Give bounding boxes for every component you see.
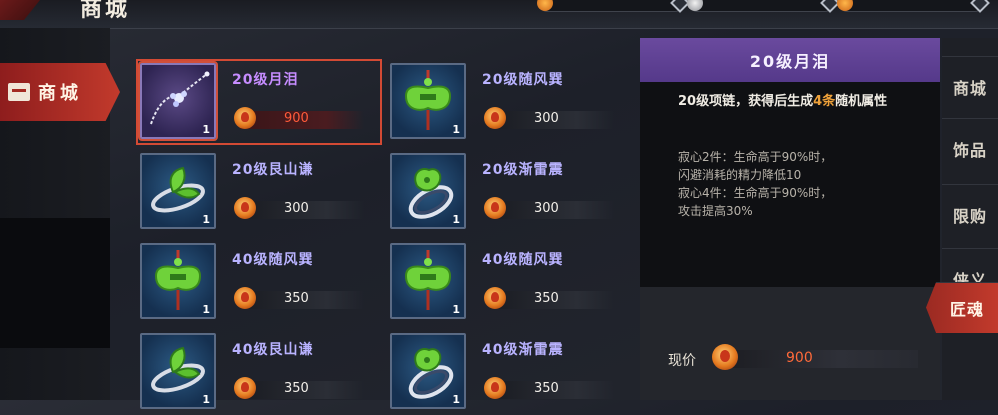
item-price: 300	[534, 111, 559, 126]
item-price: 350	[284, 291, 309, 306]
price-coin-icon	[484, 197, 506, 219]
nav-item-label: 商城	[38, 83, 82, 104]
price-coin-icon	[234, 107, 256, 129]
currency-orange	[837, 0, 990, 13]
green-pendant-icon	[404, 70, 452, 130]
item-name: 20级渐雷震	[482, 162, 564, 178]
item-price: 350	[284, 381, 309, 396]
tab-craftsman-soul[interactable]: 匠魂	[926, 282, 998, 333]
item-price: 350	[534, 291, 559, 306]
price-coin-icon	[234, 287, 256, 309]
item-card[interactable]: 1 40级艮山谦 350	[136, 329, 382, 415]
top-bar: 商城	[0, 0, 998, 29]
silver-coin-icon	[687, 0, 703, 11]
price-value: 900	[786, 350, 813, 366]
tab-accessories[interactable]: 饰品	[942, 118, 998, 179]
current-price: 现价 900	[668, 344, 938, 374]
price-coin-icon	[484, 287, 506, 309]
item-name: 40级艮山谦	[232, 342, 314, 358]
page-title: 商城	[80, 0, 131, 22]
item-card[interactable]: 1 40级随风巽 350	[136, 239, 382, 325]
set-bonus-text: 寂心2件：生命高于90%时， 闪避消耗的精力降低10 寂心4件：生命高于90%时…	[678, 150, 833, 218]
item-thumb: 1	[140, 153, 216, 229]
currency-silver	[687, 0, 840, 13]
back-button[interactable]	[0, 0, 40, 20]
price-coin-icon	[484, 377, 506, 399]
currency-gold	[537, 0, 690, 13]
detail-header: 20级月泪	[640, 38, 940, 82]
item-thumb: 1	[140, 333, 216, 409]
item-thumb: 1	[390, 243, 466, 319]
item-name: 40级随风巽	[482, 252, 564, 268]
item-grid: 1 20级月泪 900 1 20级随风巽 300 1 20级艮山谦 300 1 …	[136, 55, 636, 409]
tab-limited[interactable]: 限购	[942, 184, 998, 245]
item-thumb: 1	[390, 333, 466, 409]
item-price: 300	[284, 201, 309, 216]
item-card[interactable]: 1 20级随风巽 300	[386, 59, 632, 145]
price-coin-icon	[484, 107, 506, 129]
item-name: 20级月泪	[232, 72, 299, 88]
price-coin-icon	[712, 344, 738, 370]
item-card[interactable]: 1 20级渐雷震 300	[386, 149, 632, 235]
price-coin-icon	[234, 197, 256, 219]
item-price: 350	[534, 381, 559, 396]
tab-shop[interactable]: 商城	[942, 56, 998, 117]
item-thumb: 1	[138, 61, 218, 141]
price-coin-icon	[234, 377, 256, 399]
detail-description: 20级项链，获得后生成4条随机属性	[678, 94, 888, 109]
add-currency-icon[interactable]	[970, 0, 990, 13]
orange-coin-icon	[837, 0, 853, 11]
item-name: 20级艮山谦	[232, 162, 314, 178]
item-detail-panel: 20级月泪 20级项链，获得后生成4条随机属性 寂心2件：生命高于90%时， 闪…	[640, 38, 940, 400]
price-label: 现价	[668, 353, 696, 369]
green-pendant-icon	[404, 250, 452, 310]
gold-coin-icon	[537, 0, 553, 11]
detail-title: 20级月泪	[749, 52, 831, 71]
item-price: 300	[534, 201, 559, 216]
item-card[interactable]: 1 20级艮山谦 300	[136, 149, 382, 235]
nav-item-shop[interactable]: 商城	[0, 63, 120, 121]
item-thumb: 1	[390, 63, 466, 139]
item-card[interactable]: 1 40级渐雷震 350	[386, 329, 632, 415]
item-card[interactable]: 1 20级月泪 900	[136, 59, 382, 145]
item-card[interactable]: 1 40级随风巽 350	[386, 239, 632, 325]
item-name: 20级随风巽	[482, 72, 564, 88]
category-tabs: 商城 饰品 限购 侠义	[942, 38, 998, 400]
item-thumb: 1	[390, 153, 466, 229]
item-thumb: 1	[140, 243, 216, 319]
green-pendant-icon	[154, 250, 202, 310]
shop-icon	[8, 83, 30, 101]
item-name: 40级渐雷震	[482, 342, 564, 358]
item-price: 900	[284, 111, 309, 126]
item-name: 40级随风巽	[232, 252, 314, 268]
